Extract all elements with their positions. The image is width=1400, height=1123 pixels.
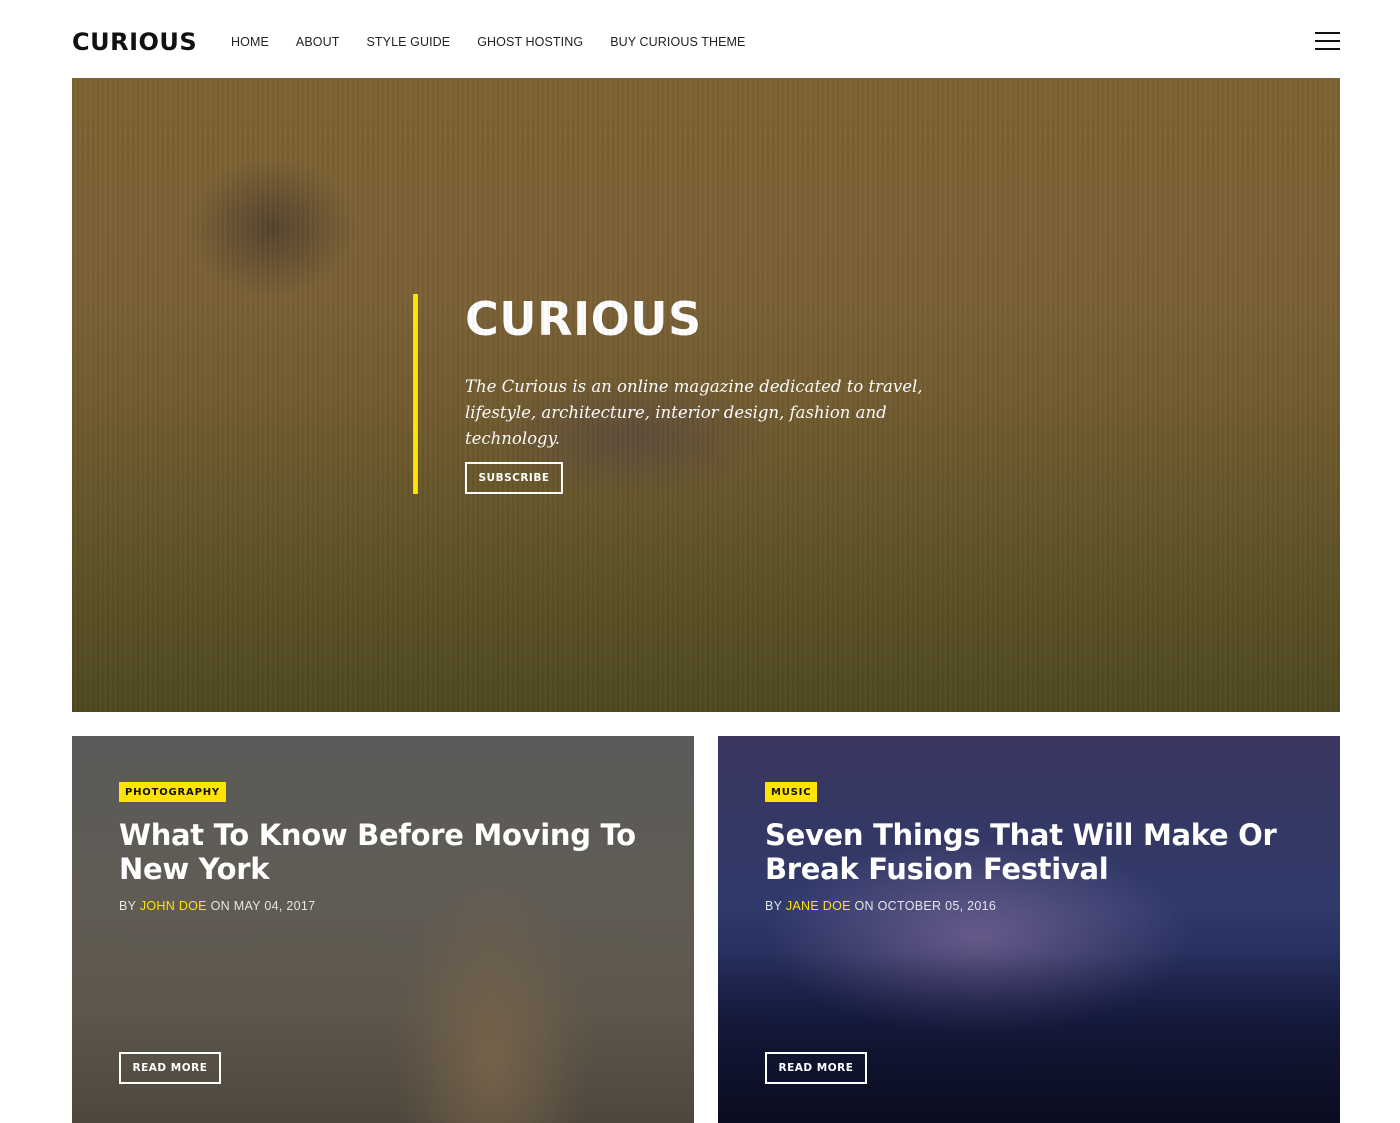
post-meta-by: BY	[765, 899, 786, 913]
nav-item-buy-curious-theme[interactable]: BUY CURIOUS THEME	[610, 35, 745, 49]
hero-accent-bar	[413, 294, 418, 494]
hero-title: CURIOUS	[465, 292, 702, 346]
main-nav: HOME ABOUT STYLE GUIDE GHOST HOSTING BUY…	[231, 35, 772, 49]
post-date: OCTOBER 05, 2016	[877, 899, 997, 913]
site-logo[interactable]: CURIOUS	[72, 28, 197, 56]
nav-item-about[interactable]: ABOUT	[296, 35, 340, 49]
post-card[interactable]: PHOTOGRAPHY What To Know Before Moving T…	[72, 736, 694, 1123]
post-card[interactable]: MUSIC Seven Things That Will Make Or Bre…	[718, 736, 1340, 1123]
post-tag[interactable]: PHOTOGRAPHY	[119, 782, 226, 802]
post-meta-on: ON	[850, 899, 878, 913]
hero-description: The Curious is an online magazine dedica…	[465, 377, 923, 448]
post-meta-by: BY	[119, 899, 140, 913]
post-title[interactable]: What To Know Before Moving To New York	[119, 818, 639, 886]
post-meta-on: ON	[206, 899, 234, 913]
post-tag[interactable]: MUSIC	[765, 782, 818, 802]
post-author[interactable]: JOHN DOE	[140, 899, 207, 913]
nav-item-ghost-hosting[interactable]: GHOST HOSTING	[477, 35, 583, 49]
post-author[interactable]: JANE DOE	[786, 899, 851, 913]
read-more-button[interactable]: READ MORE	[119, 1052, 221, 1084]
hamburger-menu-icon[interactable]	[1315, 32, 1340, 52]
read-more-button[interactable]: READ MORE	[765, 1052, 867, 1084]
site-header: CURIOUS HOME ABOUT STYLE GUIDE GHOST HOS…	[0, 0, 1400, 78]
post-meta: BY JANE DOE ON OCTOBER 05, 2016	[765, 899, 996, 913]
post-date: MAY 04, 2017	[233, 899, 316, 913]
menu-line	[1315, 48, 1340, 50]
nav-item-style-guide[interactable]: STYLE GUIDE	[366, 35, 450, 49]
post-meta: BY JOHN DOE ON MAY 04, 2017	[119, 899, 315, 913]
hero-banner: CURIOUS The Curious is an online magazin…	[72, 78, 1340, 712]
menu-line	[1315, 32, 1340, 34]
post-title[interactable]: Seven Things That Will Make Or Break Fus…	[765, 818, 1285, 886]
subscribe-button[interactable]: SUBSCRIBE	[465, 462, 563, 494]
menu-line	[1315, 40, 1340, 42]
nav-item-home[interactable]: HOME	[231, 35, 269, 49]
